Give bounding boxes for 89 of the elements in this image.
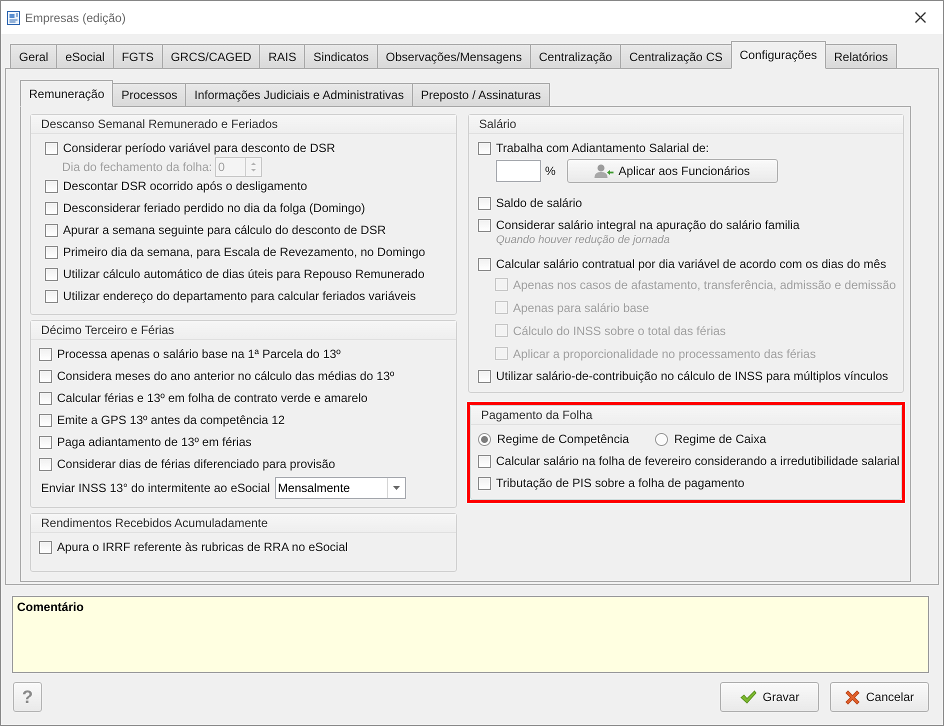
- group-title: Rendimentos Recebidos Acumuladamente: [31, 514, 456, 533]
- group-title: Pagamento da Folha: [471, 406, 901, 425]
- tab[interactable]: eSocial: [56, 44, 114, 69]
- radio-button[interactable]: [478, 432, 491, 446]
- subtab[interactable]: Informações Judiciais e Administrativas: [185, 83, 413, 107]
- checkbox[interactable]: [45, 180, 58, 192]
- checkbox[interactable]: [45, 246, 58, 258]
- subtab[interactable]: Processos: [112, 83, 186, 107]
- checkbox-label: Considerar salário integral na apuração do salário familia: [496, 218, 800, 232]
- checkbox[interactable]: [39, 436, 52, 448]
- radio-label: Regime de Caixa: [674, 432, 766, 446]
- checkbox-label: Processa apenas o salário base na 1ª Parcela do 13º: [57, 347, 341, 361]
- tab[interactable]: Centralização: [530, 44, 622, 69]
- checkbox-label: Apura o IRRF referente às rubricas de RRA no eSocial: [57, 540, 348, 554]
- group-title: Descanso Semanal Remunerado e Feriados: [31, 115, 456, 134]
- radio-label: Regime de Competência: [497, 432, 630, 446]
- window-title: Empresas (edição): [25, 10, 126, 24]
- tab[interactable]: GRCS/CAGED: [162, 44, 260, 69]
- close-icon: [915, 12, 926, 23]
- tab[interactable]: FGTS: [112, 44, 163, 69]
- checkbox-label: Cálculo do INSS sobre o total das férias: [513, 324, 726, 338]
- checkbox-label: Calcular salário contratual por dia variável de acordo com os dias do mês: [496, 257, 886, 271]
- subtab[interactable]: Preposto / Assinaturas: [412, 83, 550, 107]
- checkbox-label: Paga adiantamento de 13º em férias: [57, 435, 252, 449]
- cross-icon: [844, 690, 860, 704]
- check-icon: [740, 690, 757, 704]
- checkbox[interactable]: [478, 370, 491, 382]
- checkbox-label: Utilizar endereço do departamento para calcular feriados variáveis: [63, 289, 416, 303]
- checkbox[interactable]: [45, 268, 58, 280]
- apply-button[interactable]: Aplicar aos Funcionários: [566, 159, 778, 183]
- field-label: Enviar INSS 13° do intermitente ao eSocial: [41, 481, 270, 495]
- checkbox[interactable]: [39, 348, 52, 360]
- document-icon: [6, 10, 22, 26]
- dropdown[interactable]: Mensalmente: [274, 477, 406, 499]
- checkbox[interactable]: [478, 258, 491, 270]
- checkbox[interactable]: [45, 290, 58, 302]
- checkbox-label: Aplicar a proporcionalidade no processamento das férias: [513, 346, 816, 360]
- checkbox-label: Tributação de PIS sobre a folha de pagamento: [496, 476, 744, 490]
- checkbox[interactable]: [39, 370, 52, 382]
- group-title: Salário: [469, 115, 903, 134]
- checkbox-label: Calcular férias e 13º em folha de contrato verde e amarelo: [57, 391, 368, 405]
- checkbox-label: Desconsiderar feriado perdido no dia da folga (Domingo): [63, 201, 366, 215]
- tab[interactable]: Sindicatos: [304, 44, 378, 69]
- checkbox-label: Apenas nos casos de afastamento, transferência, admissão e demissão: [513, 278, 896, 292]
- checkbox-label: Descontar DSR ocorrido após o desligamento: [63, 179, 308, 193]
- person-arrow-icon: [594, 164, 614, 178]
- checkbox-label: Apurar a semana seguinte para cálculo do desconto de DSR: [63, 223, 386, 237]
- comment-field[interactable]: Comentário: [12, 596, 929, 673]
- checkbox-label: Apenas para salário base: [513, 300, 650, 314]
- group-title: Décimo Terceiro e Férias: [31, 321, 456, 340]
- checkbox[interactable]: [478, 476, 491, 490]
- checkbox-label: Primeiro dia da semana, para Escala de Revezamento, no Domingo: [63, 245, 426, 259]
- checkbox[interactable]: [478, 218, 491, 232]
- radio-button[interactable]: [655, 432, 668, 446]
- subtab[interactable]: Remuneração: [20, 80, 114, 107]
- checkbox-label: Utilizar cálculo automático de dias úteis para Repouso Remunerado: [63, 267, 425, 281]
- tab[interactable]: Relatórios: [825, 44, 898, 69]
- tab[interactable]: RAIS: [259, 44, 306, 69]
- cancel-button[interactable]: Cancelar: [830, 682, 929, 712]
- tab[interactable]: Geral: [10, 44, 58, 69]
- tab[interactable]: Observações/Mensagens: [376, 44, 531, 69]
- checkbox[interactable]: [478, 142, 491, 154]
- comment-label: Comentário: [17, 600, 84, 614]
- save-button[interactable]: Gravar: [720, 682, 819, 712]
- unit-label: %: [545, 164, 556, 178]
- tab[interactable]: Centralização CS: [620, 44, 732, 69]
- checkbox-label: Emite a GPS 13º antes da competência 12: [57, 413, 285, 427]
- checkbox[interactable]: [39, 540, 52, 554]
- checkbox-label: Considerar período variável para desconto de DSR: [63, 141, 336, 155]
- checkbox-label: Trabalha com Adiantamento Salarial de:: [496, 141, 710, 155]
- checkbox[interactable]: [478, 454, 491, 468]
- checkbox[interactable]: [45, 202, 58, 214]
- percent-field[interactable]: [496, 160, 541, 182]
- checkbox[interactable]: [39, 392, 52, 404]
- checkbox-label: Saldo de salário: [496, 196, 582, 210]
- field-label: Dia do fechamento da folha:: [62, 160, 212, 174]
- checkbox-label: Considera meses do ano anterior no cálculo das médias do 13º: [57, 369, 394, 383]
- checkbox[interactable]: [478, 196, 491, 210]
- checkbox[interactable]: [45, 224, 58, 236]
- checkbox-label: Utilizar salário-de-contribuição no cálculo de INSS para múltiplos vínculos: [496, 369, 888, 383]
- checkbox-label: Calcular salário na folha de fevereiro considerando a irredutibilidade salarial: [496, 454, 900, 468]
- tab[interactable]: Configurações: [730, 41, 826, 69]
- caret-icon: [392, 486, 400, 490]
- checkbox-label: Considerar dias de férias diferenciado para provisão: [57, 457, 336, 471]
- hint-text: Quando houver redução de jornada: [496, 234, 671, 248]
- checkbox[interactable]: [45, 142, 58, 154]
- checkbox[interactable]: [39, 458, 52, 470]
- close-button[interactable]: [915, 12, 926, 23]
- checkbox[interactable]: [39, 414, 52, 426]
